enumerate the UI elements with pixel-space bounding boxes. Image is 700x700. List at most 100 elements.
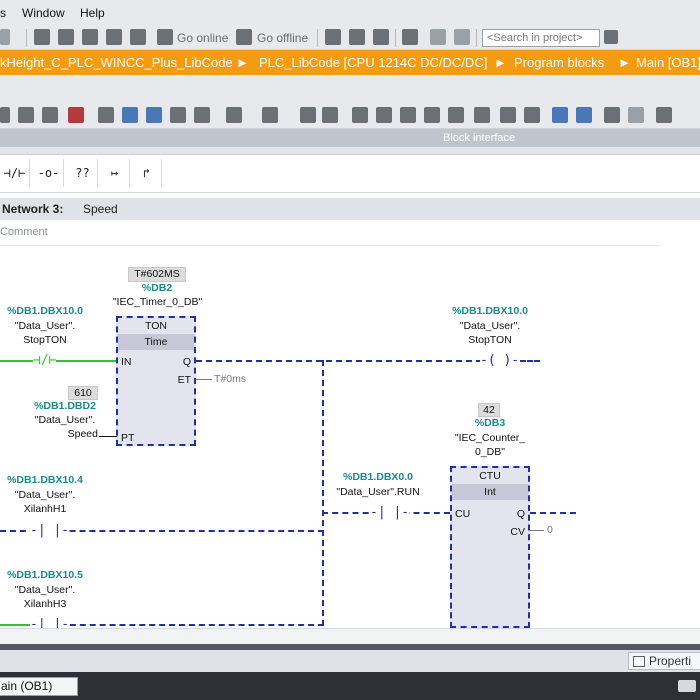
ctu-subtype[interactable]: Int: [452, 484, 528, 500]
contact-address: %DB1.DBX10.0: [7, 305, 83, 317]
close-branch-button[interactable]: ↱: [132, 159, 162, 187]
no-contact-run[interactable]: -| |-: [370, 506, 410, 520]
goto-previous-error-icon[interactable]: [352, 107, 368, 123]
go-online-button[interactable]: Go online: [177, 31, 228, 45]
split-horizontal-icon[interactable]: [430, 29, 446, 45]
compile-icon[interactable]: [58, 29, 74, 45]
ton-subtype[interactable]: Time: [118, 334, 194, 350]
symbolic-address-icon[interactable]: [262, 107, 278, 123]
insert-network-icon[interactable]: [18, 107, 34, 123]
download-icon[interactable]: [82, 29, 98, 45]
timer-db-address: %DB2: [141, 282, 173, 294]
update-block-call-icon[interactable]: [400, 107, 416, 123]
simulation-icon[interactable]: [130, 29, 146, 45]
coil-stopton[interactable]: -( )-: [480, 354, 520, 368]
block-interface-bar[interactable]: Block interface: [0, 129, 700, 147]
collapse-icon[interactable]: [500, 107, 516, 123]
breakpoint-icon[interactable]: [68, 107, 84, 123]
cross-reference-icon[interactable]: [402, 29, 418, 45]
goto-next-error-icon[interactable]: [376, 107, 392, 123]
split-vertical-icon[interactable]: [454, 29, 470, 45]
go-offline-icon[interactable]: [236, 29, 252, 45]
empty-box-button[interactable]: ??: [68, 159, 98, 187]
breadcrumb-project[interactable]: kHeight_C_PLC_WINCC_Plus_LibCode: [0, 55, 233, 70]
pt-wire: [99, 436, 117, 437]
monitoring-on-icon[interactable]: [552, 107, 568, 123]
timer-db-name[interactable]: "IEC_Timer_0_DB": [100, 296, 215, 308]
ctu-counter-block[interactable]: CTU Int CU Q CV: [450, 466, 530, 628]
expand-icon[interactable]: [474, 107, 490, 123]
inspector-bar: Properti: [0, 650, 700, 672]
horizontal-scrollbar[interactable]: [0, 628, 700, 644]
menu-bar: s Window Help: [0, 0, 700, 26]
ton-type: TON: [145, 320, 167, 332]
menu-item-help[interactable]: Help: [80, 6, 105, 20]
menu-item-truncated[interactable]: s: [0, 6, 6, 20]
accessible-devices-icon[interactable]: [325, 29, 341, 45]
network-number: Network 3:: [2, 202, 64, 216]
network-header[interactable]: Network 3: Speed: [0, 198, 700, 220]
pin-cv: CV: [510, 526, 525, 538]
monitor-icon[interactable]: [424, 107, 440, 123]
counter-db-name-2[interactable]: 0_DB": [440, 446, 540, 458]
network-comment[interactable]: Comment: [0, 226, 48, 238]
ton-timer-block[interactable]: TON Time IN Q ET PT: [116, 316, 196, 446]
open-branch-button[interactable]: ↦: [100, 159, 130, 187]
modify-icon[interactable]: [576, 107, 592, 123]
upload-icon[interactable]: [106, 29, 122, 45]
favorites-icon[interactable]: [322, 107, 338, 123]
start-cpu-icon[interactable]: [349, 29, 365, 45]
editor-toolbar: [0, 101, 700, 129]
counter-db-name-1[interactable]: "IEC_Counter_: [440, 432, 540, 444]
settings-icon[interactable]: [448, 107, 464, 123]
toolbar-icon-truncated[interactable]: [0, 29, 10, 45]
no-contact-xilanh1[interactable]: -| |-: [30, 524, 70, 538]
run-tag: "Data_User".RUN: [336, 486, 420, 498]
cv-wire: [530, 530, 544, 531]
breadcrumb-program-blocks[interactable]: Program blocks: [514, 55, 604, 70]
coil-address: %DB1.DBX10.0: [452, 305, 528, 317]
properties-tab[interactable]: Properti: [628, 652, 700, 670]
delete-network-icon[interactable]: [42, 107, 58, 123]
nc-contact-button[interactable]: ⊣/⊢: [0, 159, 30, 187]
contact-tag: StopTON: [23, 334, 67, 346]
network-view-icon[interactable]: [146, 107, 162, 123]
go-offline-button[interactable]: Go offline: [257, 31, 308, 45]
tray-icon[interactable]: [678, 680, 696, 692]
menu-item-window[interactable]: Window: [22, 6, 65, 20]
print-icon[interactable]: [34, 29, 50, 45]
splitter-handle[interactable]: [0, 147, 700, 155]
toolbar-icon-truncated[interactable]: [0, 107, 10, 123]
close-all-networks-icon[interactable]: [226, 107, 242, 123]
search-input[interactable]: <Search in project>: [482, 29, 600, 47]
breadcrumb-plc[interactable]: PLC_LibCode [CPU 1214C DC/DC/DC]: [259, 55, 487, 70]
comment-icon[interactable]: [170, 107, 186, 123]
breadcrumb-main-ob1[interactable]: Main [OB1]: [636, 55, 700, 70]
coil-db: "Data_User".: [459, 320, 521, 332]
coil-button[interactable]: -o-: [34, 159, 64, 187]
display-format-icon[interactable]: [604, 107, 620, 123]
test-icon[interactable]: [656, 107, 672, 123]
stop-cpu-icon[interactable]: [373, 29, 389, 45]
properties-icon: [633, 656, 645, 667]
block-interface-label: Block interface: [443, 132, 516, 144]
taskbar-main-ob1[interactable]: ain (OB1): [0, 677, 78, 696]
run-address: %DB1.DBX0.0: [342, 471, 414, 483]
open-all-networks-icon[interactable]: [194, 107, 210, 123]
breadcrumb-separator: ►: [618, 55, 631, 70]
lad-palette: ⊣/⊢ -o- ?? ↦ ↱: [0, 155, 700, 193]
align-icon[interactable]: [524, 107, 540, 123]
list-view-icon[interactable]: [98, 107, 114, 123]
nc-contact-stopton[interactable]: ⊣/⊢: [33, 354, 57, 368]
block-view-icon[interactable]: [122, 107, 138, 123]
branch-bus: [322, 360, 324, 626]
show-favorites-icon[interactable]: [628, 107, 644, 123]
absolute-address-icon[interactable]: [300, 107, 316, 123]
go-online-icon[interactable]: [157, 29, 173, 45]
speed-tag: Speed: [67, 428, 98, 440]
search-icon[interactable]: [604, 30, 618, 44]
speed-db: "Data_User".: [34, 414, 96, 426]
editor-top-band: [0, 75, 700, 101]
pin-et: ET: [177, 374, 191, 386]
network-title[interactable]: Speed: [83, 202, 118, 216]
